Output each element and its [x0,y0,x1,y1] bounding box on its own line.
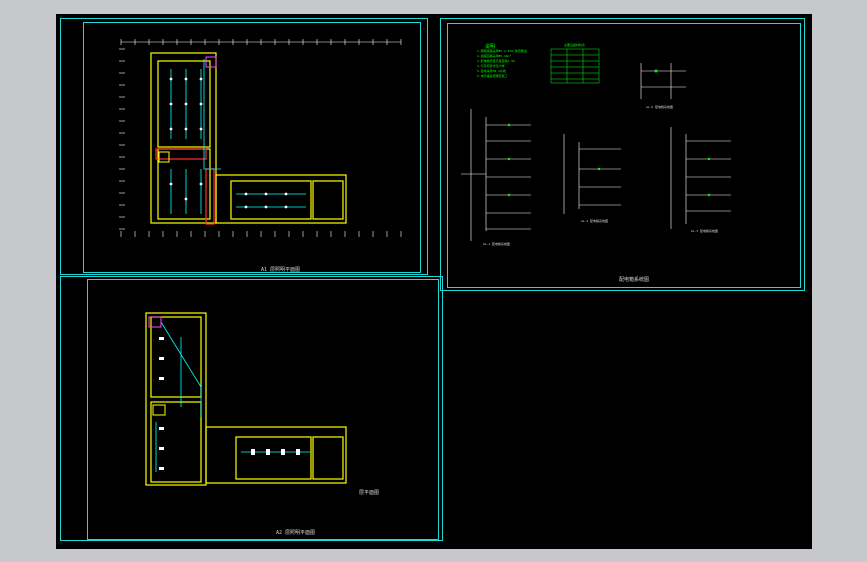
diagram-label: AL-0 配电箱系统图 [646,105,674,109]
diagram-label: AL-1 配电箱系统图 [483,242,511,246]
sheet-title: A2 层照明平面图 [276,530,316,536]
system-diagram-drawing [461,48,731,241]
floor-plan-sheet-1[interactable]: A1 层照明平面图 [60,18,428,275]
model-viewport[interactable]: A1 层照明平面图 A2 层照明平面图 层平面图 说明 1.照明线路采用BV-2… [0,0,867,562]
floor-plan-2-drawing [145,312,347,486]
diagram-label: AL-3 配电箱系统图 [691,229,719,233]
sheet-side-label: 层平面图 [359,490,380,496]
system-diagram-sheet[interactable]: 说明 1.照明线路采用BV-2.5mm²穿管敷设 2.插座回路采用BV-4mm²… [440,18,805,291]
sheet-title: A1 层照明平面图 [261,267,301,273]
drawing-canvas[interactable]: A1 层照明平面图 A2 层照明平面图 层平面图 说明 1.照明线路采用BV-2… [56,14,812,549]
floor-plan-1-drawing [119,39,402,237]
diagram-label: AL-2 配电箱系统图 [581,219,609,223]
sheet-title: 配电箱系统图 [619,277,650,283]
floor-plan-sheet-2[interactable]: A2 层照明平面图 层平面图 [60,276,443,541]
